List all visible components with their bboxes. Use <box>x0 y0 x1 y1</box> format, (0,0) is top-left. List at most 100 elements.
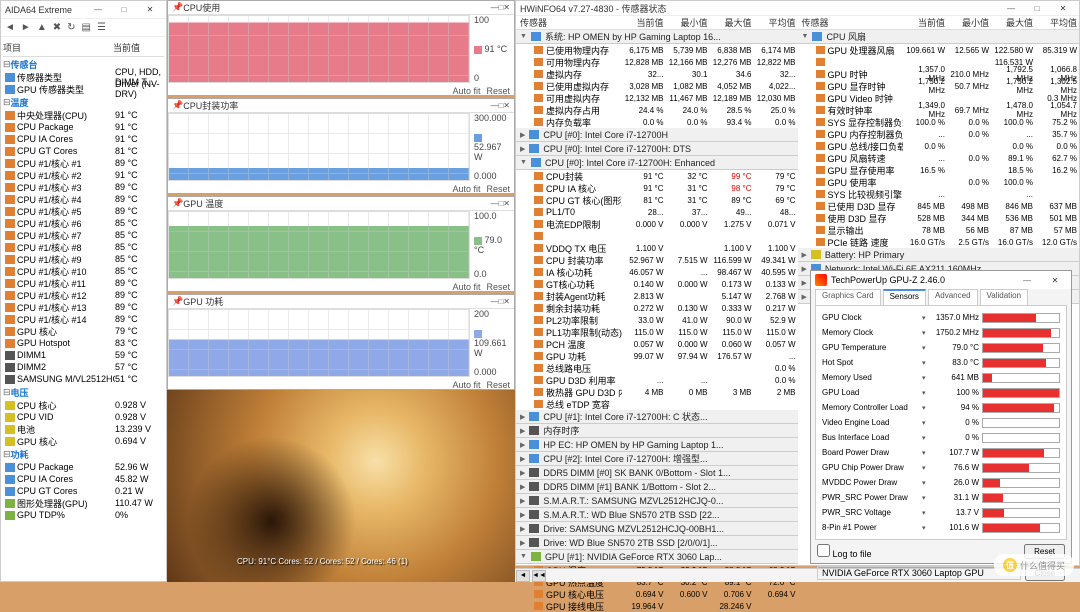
table-row[interactable]: DIMM257 °C <box>3 361 164 373</box>
sensor-row[interactable]: VDDQ TX 电压1.100 V1.100 V1.100 V <box>516 242 798 254</box>
expand-icon[interactable]: ▶ <box>520 469 525 477</box>
table-row[interactable]: 图形处理器(GPU)110.47 W <box>3 497 164 509</box>
table-row[interactable]: GPU 核心0.694 V <box>3 435 164 447</box>
maximize-icon[interactable]: □ <box>1025 1 1049 15</box>
table-row[interactable]: CPU #1/核心 #1489 °C <box>3 313 164 325</box>
sensor-section[interactable]: ▶S.M.A.R.T.: WD Blue SN570 2TB SSD [22..… <box>516 508 798 522</box>
dropdown-icon[interactable]: ▾ <box>922 344 932 352</box>
dropdown-icon[interactable]: ▾ <box>922 389 932 397</box>
tab-advanced[interactable]: Advanced <box>928 289 978 305</box>
table-row[interactable]: CPU #1/核心 #785 °C <box>3 229 164 241</box>
sensor-row[interactable]: 散热器 GPU D3D 内存4 MB0 MB3 MB2 MB <box>516 386 798 398</box>
sensor-section[interactable]: ▶Drive: SAMSUNG MZVL2512HCJQ-00BH1... <box>516 522 798 536</box>
graph-plot[interactable] <box>168 113 470 181</box>
sensor-row[interactable]: PCH 温度0.057 W0.000 W0.060 W0.057 W <box>516 338 798 350</box>
table-row[interactable]: CPU VID0.928 V <box>3 411 164 423</box>
expand-icon[interactable]: ▶ <box>520 483 525 491</box>
sensor-section[interactable]: ▼CPU 风扇 <box>798 30 1080 44</box>
expand-icon[interactable]: ▶ <box>520 413 525 421</box>
sensor-row[interactable]: CPU 封装功率52.967 W7.515 W116.599 W49.341 W <box>516 254 798 266</box>
dropdown-icon[interactable]: ▾ <box>922 434 932 442</box>
sensor-row[interactable]: GPU 功耗99.07 W97.94 W176.57 W... <box>516 350 798 362</box>
menu-icon[interactable]: ☰ <box>97 22 106 33</box>
dropdown-icon[interactable]: ▾ <box>922 464 932 472</box>
expand-icon[interactable]: ▼ <box>802 33 809 40</box>
sensor-section[interactable]: ▶CPU [#0]: Intel Core i7-12700H <box>516 128 798 142</box>
sensor-section[interactable]: ▼GPU [#1]: NVIDIA GeForce RTX 3060 Lap..… <box>516 550 798 564</box>
sensor-row[interactable]: PL1/T028...37...49...48... <box>516 206 798 218</box>
sensor-row[interactable]: 已使用物理内存6,175 MB5,739 MB6,838 MB6,174 MB <box>516 44 798 56</box>
pin-icon[interactable]: 📌 <box>172 100 183 111</box>
sensor-row[interactable]: CPU IA 核心91 °C31 °C98 °C79 °C <box>516 182 798 194</box>
expand-icon[interactable]: ▶ <box>520 131 525 139</box>
sensor-section[interactable]: ▶Drive: WD Blue SN570 2TB SSD [2/0/0/1].… <box>516 536 798 550</box>
expand-icon[interactable]: ▶ <box>802 251 807 259</box>
table-row[interactable]: CPU IA Cores45.82 W <box>3 473 164 485</box>
sensor-row[interactable]: GPU 总线/接口负载0.0 %0.0 %0.0 % <box>798 140 1080 152</box>
autofit-button[interactable]: Auto fit <box>452 282 480 292</box>
graph-titlebar[interactable]: 📌GPU 功耗—□✕ <box>168 295 514 309</box>
sensor-section[interactable]: ▼系统: HP OMEN by HP Gaming Laptop 16... <box>516 30 798 44</box>
sensor-section[interactable]: ▶DDR5 DIMM [#0] SK BANK 0/Bottom - Slot … <box>516 466 798 480</box>
sensor-row[interactable]: SYS 比较视频引擎...... <box>798 188 1080 200</box>
sensor-row[interactable]: 可用物理内存12,828 MB12,166 MB12,276 MB12,822 … <box>516 56 798 68</box>
dropdown-icon[interactable]: ▾ <box>922 374 932 382</box>
sensor-row[interactable]: GPU 核心电压0.694 V0.600 V0.706 V0.694 V <box>516 588 798 600</box>
table-row[interactable]: GPU Hotspot83 °C <box>3 337 164 349</box>
dropdown-icon[interactable]: ▾ <box>922 314 932 322</box>
expand-icon[interactable]: ▶ <box>520 497 525 505</box>
close-icon[interactable]: ✕ <box>138 3 162 17</box>
reset-button[interactable]: Reset <box>486 86 510 96</box>
sensor-section[interactable]: ▶HP EC: HP OMEN by HP Gaming Laptop 1... <box>516 438 798 452</box>
autofit-button[interactable]: Auto fit <box>452 86 480 96</box>
sensor-section[interactable]: ▼CPU [#0]: Intel Core i7-12700H: Enhance… <box>516 156 798 170</box>
sensor-section[interactable]: ▶Battery: HP Primary <box>798 248 1080 262</box>
table-row[interactable]: SAMSUNG M/VL2512HC...51 °C <box>3 373 164 385</box>
dropdown-icon[interactable]: ▾ <box>922 509 932 517</box>
sensor-row[interactable]: PCIe 链路 速度16.0 GT/s2.5 GT/s16.0 GT/s12.0… <box>798 236 1080 248</box>
sensor-row[interactable]: IA 核心功耗46.057 W...98.467 W40.595 W <box>516 266 798 278</box>
expand-icon[interactable]: ▶ <box>520 539 525 547</box>
hwinfo-left-col[interactable]: ▼系统: HP OMEN by HP Gaming Laptop 16...已使… <box>516 30 798 612</box>
table-row[interactable]: CPU #1/核心 #885 °C <box>3 241 164 253</box>
sensor-section[interactable]: ▶内存时序 <box>516 424 798 438</box>
autofit-button[interactable]: Auto fit <box>452 184 480 194</box>
expand-icon[interactable]: ▼ <box>520 33 527 40</box>
sensor-row[interactable]: GT核心功耗0.140 W0.000 W0.173 W0.133 W <box>516 278 798 290</box>
sensor-row[interactable] <box>516 230 798 242</box>
expand-icon[interactable]: ▶ <box>520 511 525 519</box>
table-row[interactable]: CPU Package52.96 W <box>3 461 164 473</box>
reset-button[interactable]: Reset <box>486 282 510 292</box>
pin-icon[interactable]: 📌 <box>172 2 183 13</box>
sensor-row[interactable]: 虚拟内存32...30.134.632... <box>516 68 798 80</box>
sensor-section[interactable]: ▶CPU [#1]: Intel Core i7-12700H: C 状态... <box>516 410 798 424</box>
table-row[interactable]: GPU 核心79 °C <box>3 325 164 337</box>
sensor-section[interactable]: ▶CPU [#0]: Intel Core i7-12700H: DTS <box>516 142 798 156</box>
table-row[interactable]: CPU #1/核心 #589 °C <box>3 205 164 217</box>
sensor-row[interactable]: 虚拟内存占用24.4 %24.0 %28.5 %25.0 % <box>516 104 798 116</box>
dropdown-icon[interactable]: ▾ <box>922 479 932 487</box>
close-icon[interactable]: ✕ <box>503 199 510 208</box>
sensor-row[interactable]: GPU 显存使用率16.5 %18.5 %16.2 % <box>798 164 1080 176</box>
table-row[interactable]: CPU #1/核心 #489 °C <box>3 193 164 205</box>
fwd-icon[interactable]: ► <box>21 22 31 33</box>
table-row[interactable]: CPU GT Cores0.21 W <box>3 485 164 497</box>
table-row[interactable]: 电池13.239 V <box>3 423 164 435</box>
table-row[interactable]: GPU TDP%0% <box>3 509 164 521</box>
table-row[interactable]: CPU Package91 °C <box>3 121 164 133</box>
close-icon[interactable]: ✕ <box>1043 273 1067 287</box>
stop-icon[interactable]: ✖ <box>53 22 61 33</box>
sensor-row[interactable]: CPU GT 核心(图形)81 °C31 °C89 °C69 °C <box>516 194 798 206</box>
sensor-row[interactable]: GPU 显存时钟1,750.2 MHz50.7 MHz1,750.2 MHz1,… <box>798 80 1080 92</box>
gpuz-titlebar[interactable]: TechPowerUp GPU-Z 2.46.0 — ✕ <box>811 271 1071 289</box>
graph-plot[interactable] <box>168 309 470 377</box>
dropdown-icon[interactable]: ▾ <box>922 404 932 412</box>
sensor-row[interactable]: 剩余封装功耗0.272 W0.130 W0.333 W0.217 W <box>516 302 798 314</box>
sensor-row[interactable]: 总线 eTDP 宽容 <box>516 398 798 410</box>
table-row[interactable]: CPU #1/核心 #1389 °C <box>3 301 164 313</box>
sensor-row[interactable]: PL1功率限制(动态)115.0 W115.0 W115.0 W115.0 W <box>516 326 798 338</box>
sensor-row[interactable]: 封装Agent功耗2.813 W5.147 W2.768 W <box>516 290 798 302</box>
pin-icon[interactable]: 📌 <box>172 198 183 209</box>
expand-icon[interactable]: ▶ <box>520 525 525 533</box>
sensor-row[interactable]: 内存负载率0.0 %0.0 %93.4 %0.0 % <box>516 116 798 128</box>
